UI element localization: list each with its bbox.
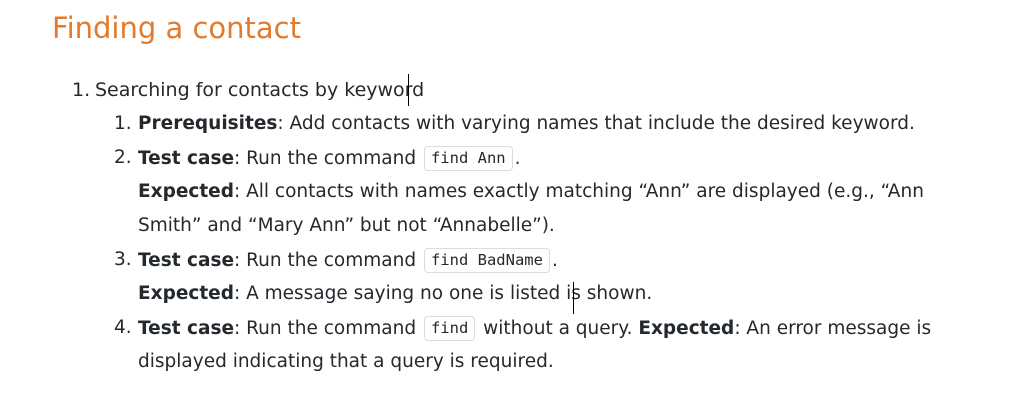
step-body: Prerequisites: Add contacts with varying… — [138, 107, 998, 141]
step-text: Run the command — [240, 318, 422, 339]
expected-line-continued: Smith” and “Mary Ann” but not “Annabelle… — [138, 209, 998, 243]
step-number: 4. — [114, 317, 132, 338]
expected-label: Expected — [138, 181, 234, 202]
section-item: 1. Searching for contacts by keyword 1. … — [0, 73, 998, 379]
expected-label: Expected — [638, 318, 735, 339]
step-item-test-case-find-badname: 3. Test case: Run the command find BadNa… — [0, 243, 998, 311]
step-text: . — [551, 250, 558, 271]
page-title: Finding a contact — [52, 11, 301, 45]
text-cursor — [573, 282, 574, 314]
step-line: Test case: Run the command find Ann. — [138, 141, 998, 175]
step-body: Test case: Run the command find without … — [138, 311, 998, 379]
expected-label: Expected — [138, 283, 234, 304]
expected-text: Smith” and “Mary Ann” but not “Annabelle… — [138, 215, 555, 236]
expected-text: All contacts with names exactly matching… — [240, 181, 924, 202]
step-body: Test case: Run the command find Ann. Exp… — [138, 141, 998, 243]
step-text: without a query. — [477, 318, 639, 339]
step-item-test-case-find-no-query: 4. Test case: Run the command find witho… — [0, 311, 998, 379]
command-code[interactable]: find BadName — [423, 248, 550, 273]
step-label: Test case — [138, 148, 235, 169]
step-body: Test case: Run the command find BadName.… — [138, 243, 998, 311]
text-cursor — [408, 74, 409, 106]
step-line: Prerequisites: Add contacts with varying… — [138, 107, 998, 141]
step-item-test-case-find-ann: 2. Test case: Run the command find Ann. … — [0, 141, 998, 243]
step-list: 1. Prerequisites: Add contacts with vary… — [0, 107, 998, 379]
section-list: 1. Searching for contacts by keyword 1. … — [0, 73, 998, 379]
step-line: Test case: Run the command find without … — [138, 311, 998, 345]
step-label: Test case — [138, 318, 235, 339]
command-code[interactable]: find — [423, 316, 476, 341]
section-heading-row: 1. Searching for contacts by keyword — [0, 73, 998, 107]
step-number: 1. — [114, 113, 132, 134]
expected-line: Expected: All contacts with names exactl… — [138, 175, 998, 209]
step-item-prerequisites: 1. Prerequisites: Add contacts with vary… — [0, 107, 998, 141]
step-line: Test case: Run the command find BadName. — [138, 243, 998, 277]
expected-text: An error message is — [740, 318, 932, 339]
step-label: Prerequisites — [138, 113, 278, 134]
expected-line-continued: displayed indicating that a query is req… — [138, 345, 998, 379]
section-heading: Searching for contacts by keyword — [95, 79, 425, 101]
step-text: Add contacts with varying names that inc… — [283, 113, 915, 134]
expected-text: A message saying no one is listed is sho… — [240, 283, 653, 304]
expected-line: Expected: A message saying no one is lis… — [138, 277, 998, 311]
section-number: 1. — [72, 79, 91, 101]
command-code[interactable]: find Ann — [423, 146, 513, 171]
step-label: Test case — [138, 250, 235, 271]
step-text: . — [514, 148, 521, 169]
step-text: Run the command — [240, 250, 422, 271]
step-number: 2. — [114, 147, 132, 168]
step-number: 3. — [114, 249, 132, 270]
step-text: Run the command — [240, 148, 422, 169]
expected-text: displayed indicating that a query is req… — [138, 351, 554, 372]
